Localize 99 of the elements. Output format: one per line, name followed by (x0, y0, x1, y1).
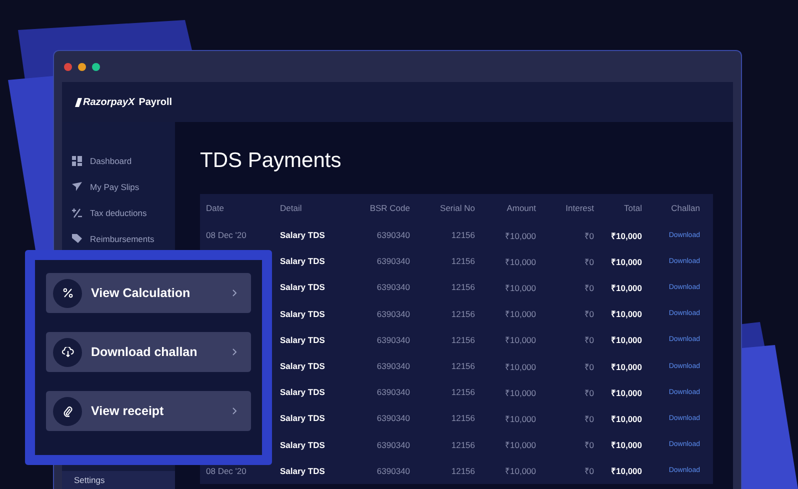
table-cell: 12156 (451, 387, 475, 398)
table-cell-text: Salary TDS (280, 440, 326, 450)
chevron-right-icon (232, 348, 237, 356)
column-header: Date (206, 203, 225, 213)
table-cell: ₹10,000 (505, 360, 536, 372)
close-dot-icon[interactable] (64, 62, 72, 70)
table-cell: 12156 (451, 308, 475, 319)
sidebar-label: Tax deductions (90, 208, 147, 218)
table-cell: 12156 (451, 413, 475, 424)
table-cell: 12156 (451, 282, 475, 292)
table-cell: ₹0 (584, 334, 594, 346)
paperclip-icon (53, 396, 82, 426)
page-title: TDS Payments (200, 148, 342, 174)
table-cell: 6390340 (376, 256, 410, 266)
table-cell: 12156 (451, 334, 475, 345)
chevron-right-icon (232, 289, 237, 297)
table-cell-text: Salary TDS (280, 387, 326, 398)
cloud-download-icon (53, 338, 82, 366)
sidebar-item[interactable]: Dashboard (62, 152, 175, 169)
table-cell-text: 08 Dec '20 (206, 230, 248, 240)
action-button[interactable]: View Calculation (46, 273, 251, 313)
table-cell: ₹0 (584, 465, 594, 476)
table-cell: 12156 (451, 466, 475, 476)
table-cell: 6390340 (376, 387, 410, 398)
percent-icon (53, 278, 82, 308)
column-header: Interest (566, 203, 594, 213)
table-cell: ₹10,000 (611, 439, 642, 450)
table-cell: 6390340 (376, 308, 410, 319)
tag-icon (72, 234, 82, 243)
table-cell: ₹0 (584, 386, 594, 398)
table-cell: 6390340 (376, 413, 410, 424)
table-cell: ₹0 (584, 412, 594, 424)
product-name: Payroll (138, 96, 172, 108)
sidebar-item[interactable]: Tax deductions (62, 204, 175, 221)
table-cell: ₹0 (584, 230, 594, 241)
table-cell: ₹10,000 (505, 230, 536, 241)
maximize-dot-icon[interactable] (92, 62, 100, 70)
table-cell: 6390340 (376, 466, 410, 476)
table-cell-text: Salary TDS (280, 466, 326, 476)
column-header: Amount (506, 203, 536, 213)
column-header: BSR Code (370, 203, 410, 213)
table-cell: ₹0 (584, 282, 594, 293)
table-cell-text: Salary TDS (280, 334, 326, 345)
table-cell: ₹10,000 (611, 256, 642, 267)
chevron-right-icon (232, 407, 237, 415)
table-cell: ₹10,000 (505, 308, 536, 320)
table-cell: ₹10,000 (505, 439, 536, 450)
table-cell: ₹0 (584, 256, 594, 267)
sidebar-item[interactable]: My Pay Slips (62, 178, 175, 195)
table-cell: 6390340 (376, 230, 410, 240)
table-cell: 6390340 (376, 361, 410, 372)
action-button[interactable]: Download challan (46, 332, 251, 372)
brand-name: RazorpayX (83, 96, 135, 108)
table-cell: 12156 (451, 230, 475, 240)
table-cell-text: Salary TDS (280, 282, 326, 292)
grid-icon (72, 156, 82, 166)
action-button[interactable]: View receipt (46, 391, 251, 431)
table-cell: ₹10,000 (611, 412, 642, 424)
minimize-dot-icon[interactable] (78, 62, 86, 70)
table-cell: ₹10,000 (611, 386, 642, 398)
column-header: Challan (671, 203, 700, 213)
sidebar-label: Reimbursements (90, 234, 154, 244)
table-cell: ₹0 (584, 308, 594, 320)
table-cell-text: Salary TDS (280, 230, 326, 240)
table-cell: 12156 (451, 440, 475, 450)
plus-minus-icon (72, 208, 82, 218)
table-cell: ₹0 (584, 360, 594, 372)
sidebar-item[interactable]: Reimbursements (62, 230, 175, 247)
table-cell: ₹10,000 (505, 282, 536, 293)
table-cell: ₹10,000 (505, 465, 536, 476)
sidebar-label: Dashboard (90, 156, 132, 166)
sidebar-label: My Pay Slips (90, 182, 140, 192)
table-cell: ₹10,000 (611, 230, 642, 241)
column-header: Serial No (440, 203, 475, 213)
column-header: Total (624, 203, 642, 213)
table-cell: ₹10,000 (505, 386, 536, 398)
table-cell: ₹10,000 (611, 334, 642, 346)
table-cell: ₹10,000 (611, 465, 642, 476)
table-cell: 6390340 (376, 334, 410, 345)
table-cell-text: 08 Dec '20 (206, 466, 248, 476)
table-cell: ₹10,000 (611, 308, 642, 320)
sidebar-item[interactable]: Settings (62, 471, 175, 489)
table-cell: ₹10,000 (505, 334, 536, 346)
table-cell: ₹10,000 (505, 256, 536, 267)
paper-plane-icon (72, 182, 82, 191)
table-cell: ₹10,000 (611, 360, 642, 372)
table-cell: 12156 (451, 256, 475, 266)
table-cell-text: Salary TDS (280, 256, 326, 266)
table-cell-text: Salary TDS (280, 308, 326, 319)
table-cell-text: Salary TDS (280, 413, 326, 424)
table-cell: ₹0 (584, 439, 594, 450)
column-header: Detail (280, 203, 303, 213)
table-cell-text: Salary TDS (280, 361, 326, 372)
logo-icon (75, 98, 82, 106)
table-cell: ₹10,000 (505, 412, 536, 424)
table-cell: 12156 (451, 361, 475, 372)
table-cell: 6390340 (376, 440, 410, 450)
table-cell: 6390340 (376, 282, 410, 292)
table-cell: ₹10,000 (611, 282, 642, 293)
